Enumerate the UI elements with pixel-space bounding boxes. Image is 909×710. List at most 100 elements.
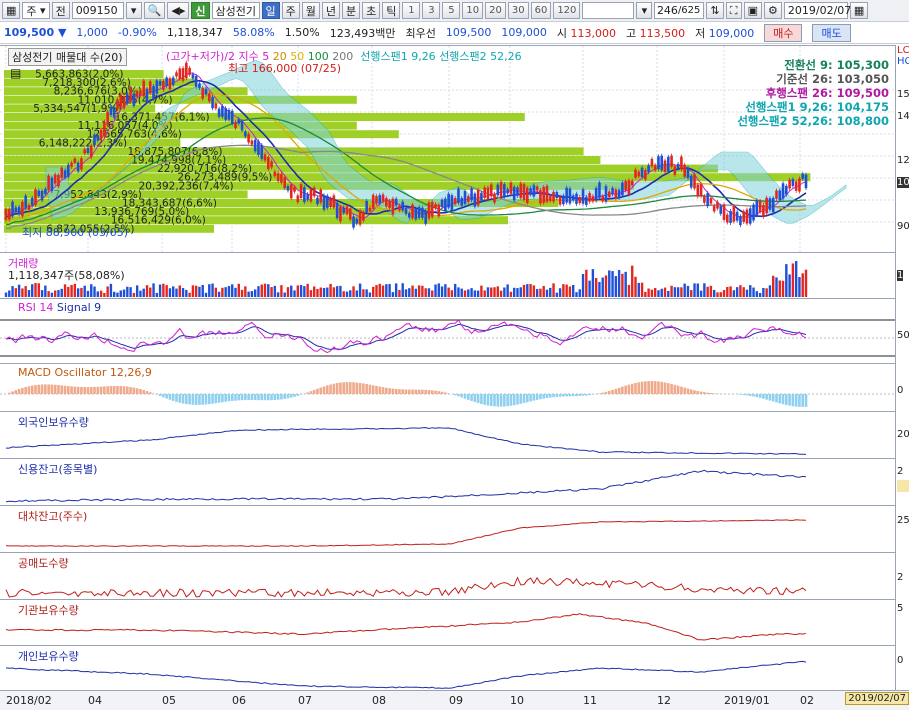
rsi-panel[interactable]: RSI 14 Signal 9 (0, 298, 895, 363)
prev-button[interactable]: 전 (51, 2, 70, 19)
grid-menu-icon[interactable]: ▦ (2, 2, 21, 19)
period-year-tab[interactable]: 년 (321, 2, 340, 19)
search-icon[interactable]: 🔍 (143, 2, 166, 19)
volume-bar (627, 284, 631, 297)
volume-bar (204, 292, 208, 297)
minute-120-button[interactable]: 120 (553, 2, 581, 19)
individual-holdings-panel[interactable]: 개인보유수량 (0, 645, 895, 690)
macd-histogram-bar (332, 383, 336, 394)
macd-histogram-bar (689, 389, 693, 394)
macd-histogram-bar (470, 394, 473, 401)
lending-balance-panel[interactable]: 대차잔고(주수) (0, 505, 895, 552)
volume-bar (509, 291, 513, 297)
minute-dropdown-icon[interactable]: ▾ (636, 2, 653, 19)
macd-histogram-bar (70, 386, 73, 394)
price-candle (650, 158, 654, 167)
settings-gear-icon[interactable]: ⚙ (764, 2, 782, 19)
minute-60-button[interactable]: 60 (530, 2, 552, 19)
fit-chart-icon[interactable]: ⛶ (725, 2, 742, 19)
chart-grid-icon[interactable]: ▤ (10, 66, 21, 80)
price-candle (76, 162, 80, 172)
sound-icon[interactable]: ◀▸ (167, 2, 190, 19)
calendar-icon[interactable]: ▦ (849, 2, 869, 19)
macd-histogram-bar (437, 391, 441, 394)
code-dropdown-icon[interactable]: ▾ (125, 2, 142, 19)
price-candle (578, 197, 582, 204)
price-candle (207, 93, 211, 102)
price-candle (450, 195, 454, 211)
macd-histogram-bar (532, 394, 536, 401)
date-axis-label: 02 (800, 694, 814, 707)
minute-custom-input[interactable] (582, 2, 635, 19)
credit-balance-panel[interactable]: 신용잔고(종목별) (0, 458, 895, 505)
macd-histogram-bar (378, 386, 382, 394)
volume-bar (683, 283, 686, 297)
price-candle (11, 201, 14, 217)
macd-histogram-bar (571, 394, 575, 397)
minute-30-button[interactable]: 30 (507, 2, 529, 19)
volume-bar (535, 289, 539, 297)
volume-bar (611, 271, 614, 297)
ichimoku-info-line: 후행스팬 26: 109,500 (765, 86, 889, 100)
period-week-tab[interactable]: 주 (281, 2, 300, 19)
buy-button[interactable]: 매수 (764, 23, 803, 42)
institution-holdings-panel[interactable]: 기관보유수량 (0, 599, 895, 645)
market-select[interactable]: 주 ▾ (22, 2, 50, 19)
macd-histogram-bar (368, 384, 372, 394)
date-field[interactable]: 2019/02/07 (783, 2, 851, 19)
macd-histogram-bar (398, 389, 401, 394)
price-candle (53, 174, 57, 184)
sell-button[interactable]: 매도 (812, 23, 851, 42)
count-field[interactable]: 246/625 (654, 2, 705, 19)
period-tick-tab[interactable]: 틱 (382, 2, 401, 19)
macd-histogram-bar (60, 385, 64, 394)
macd-histogram-bar (650, 381, 654, 394)
volume-profile-toggle[interactable]: 삼성전기 매물대 수(20) (8, 48, 127, 66)
price-candle (794, 181, 798, 191)
volume-bar (775, 277, 778, 297)
volume-panel[interactable]: 거래량 1,118,347주(58,08%) (0, 252, 895, 298)
price-candle (627, 180, 631, 195)
price-candle (666, 156, 670, 172)
price-candle (332, 195, 336, 208)
price-candle (247, 133, 250, 143)
price-candle (165, 77, 168, 87)
compare-icon[interactable]: ⇅ (706, 2, 724, 19)
short-selling-panel[interactable]: 공매도수량 (0, 552, 895, 599)
period-month-tab[interactable]: 월 (301, 2, 320, 19)
minute-1-button[interactable]: 1 (402, 2, 421, 19)
volume-bar (250, 291, 254, 297)
rsi-scale: 50 (895, 298, 909, 363)
volume-bar (109, 283, 113, 297)
macd-histogram-bar (211, 394, 214, 404)
period-day-tab[interactable]: 일 (261, 2, 280, 19)
volume-bar (135, 285, 139, 297)
period-second-tab[interactable]: 초 (362, 2, 381, 19)
macd-panel[interactable]: MACD Oscillator 12,26,9 (0, 363, 895, 411)
volume-bar (53, 290, 57, 297)
minute-10-button[interactable]: 10 (462, 2, 484, 19)
credit-scale: 2 (895, 458, 909, 505)
macd-histogram-bar (132, 387, 136, 394)
volume-bar (86, 290, 90, 297)
price-chart-panel[interactable]: 5,663,863(2,0%) 7,218,300(2,6%) 8,236,676(… (0, 45, 895, 252)
volume-bar (319, 287, 322, 297)
price-candle (204, 88, 208, 95)
save-icon[interactable]: ▣ (743, 2, 763, 19)
minute-5-button[interactable]: 5 (442, 2, 461, 19)
minute-20-button[interactable]: 20 (485, 2, 506, 19)
foreign-holdings-panel[interactable]: 외국인보유수량 (0, 411, 895, 458)
price-candle (791, 179, 795, 187)
stock-name-field[interactable]: 삼성전기 (211, 2, 260, 19)
price-candle (132, 93, 136, 106)
macd-histogram-bar (375, 385, 378, 394)
volume-bar (280, 285, 283, 297)
code-input[interactable]: 009150 (71, 2, 124, 19)
period-minute-tab[interactable]: 분 (342, 2, 361, 19)
price-candle (696, 184, 700, 197)
volume-bar (539, 288, 542, 297)
price-candle (427, 202, 431, 219)
minute-3-button[interactable]: 3 (422, 2, 441, 19)
macd-histogram-bar (365, 384, 368, 394)
volume-bar (726, 286, 729, 297)
